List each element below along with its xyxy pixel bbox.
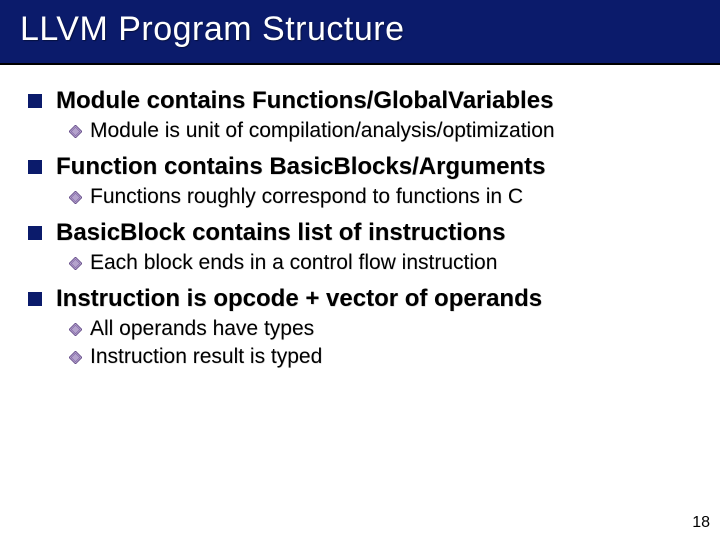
- bullet-subtext: Each block ends in a control flow instru…: [90, 251, 497, 275]
- diamond-bullet-icon: [68, 190, 82, 204]
- bullet-heading: BasicBlock contains list of instructions: [56, 219, 505, 247]
- bullet-heading: Module contains Functions/GlobalVariable…: [56, 87, 553, 115]
- bullet-level2: All operands have types: [68, 317, 692, 341]
- bullet-level2: Each block ends in a control flow instru…: [68, 251, 692, 275]
- bullet-heading: Instruction is opcode + vector of operan…: [56, 285, 542, 313]
- bullet-subtext: All operands have types: [90, 317, 314, 341]
- bullet-subtext: Module is unit of compilation/analysis/o…: [90, 119, 555, 143]
- diamond-bullet-icon: [68, 124, 82, 138]
- slide-number: 18: [692, 514, 710, 532]
- slide: LLVM Program Structure Module contains F…: [0, 0, 720, 540]
- diamond-bullet-icon: [68, 256, 82, 270]
- bullet-level1: Module contains Functions/GlobalVariable…: [28, 87, 692, 115]
- square-bullet-icon: [28, 226, 42, 240]
- bullet-level2: Module is unit of compilation/analysis/o…: [68, 119, 692, 143]
- bullet-heading: Function contains BasicBlocks/Arguments: [56, 153, 545, 181]
- bullet-level1: BasicBlock contains list of instructions: [28, 219, 692, 247]
- square-bullet-icon: [28, 292, 42, 306]
- bullet-level1: Instruction is opcode + vector of operan…: [28, 285, 692, 313]
- square-bullet-icon: [28, 94, 42, 108]
- diamond-bullet-icon: [68, 350, 82, 364]
- slide-content: Module contains Functions/GlobalVariable…: [0, 65, 720, 369]
- bullet-level2: Functions roughly correspond to function…: [68, 185, 692, 209]
- bullet-subtext: Instruction result is typed: [90, 345, 322, 369]
- diamond-bullet-icon: [68, 322, 82, 336]
- bullet-level2: Instruction result is typed: [68, 345, 692, 369]
- bullet-subtext: Functions roughly correspond to function…: [90, 185, 523, 209]
- title-bar: LLVM Program Structure: [0, 0, 720, 65]
- slide-title: LLVM Program Structure: [20, 10, 700, 49]
- square-bullet-icon: [28, 160, 42, 174]
- bullet-level1: Function contains BasicBlocks/Arguments: [28, 153, 692, 181]
